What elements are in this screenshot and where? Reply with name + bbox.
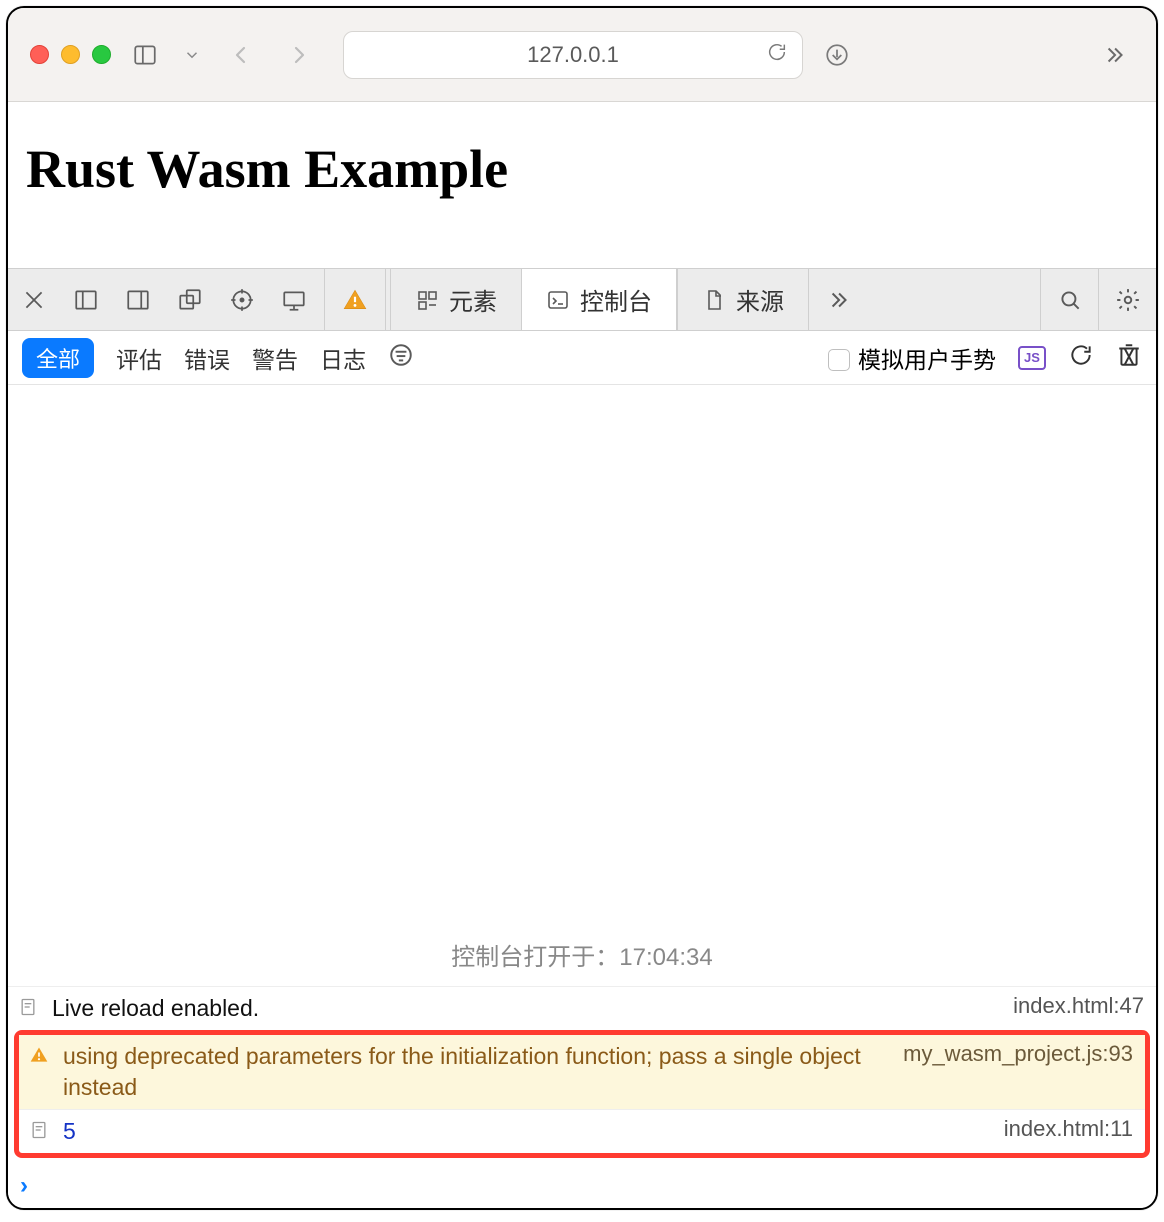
prompt-caret-icon: ›	[20, 1172, 28, 1200]
console-reload-button[interactable]	[1068, 342, 1094, 374]
console-source-link[interactable]: my_wasm_project.js:93	[903, 1041, 1133, 1067]
console-message: using deprecated parameters for the init…	[63, 1041, 893, 1103]
devtools-tabs-overflow[interactable]	[808, 269, 866, 330]
filter-errors[interactable]: 错误	[184, 341, 230, 375]
devtools-close-button[interactable]	[8, 287, 60, 313]
tab-sources-label: 来源	[736, 282, 784, 317]
address-bar[interactable]: 127.0.0.1	[343, 31, 803, 79]
dock-right-button[interactable]	[112, 287, 164, 313]
browser-window: 127.0.0.1 Rust Wasm Example	[6, 6, 1158, 1210]
filter-eval[interactable]: 评估	[116, 341, 162, 375]
console-message: 5	[63, 1116, 994, 1147]
forward-button[interactable]	[277, 43, 321, 67]
downloads-button[interactable]	[817, 35, 857, 75]
console-opened-label: 控制台打开于：17:04:34	[8, 929, 1156, 986]
devtools-panel: 元素 控制台 来源 全部 评估 错误	[8, 268, 1156, 1208]
tab-console-label: 控制台	[580, 282, 652, 317]
tab-sources[interactable]: 来源	[677, 269, 808, 330]
close-window-button[interactable]	[30, 45, 49, 64]
filter-menu-button[interactable]	[388, 342, 414, 374]
issues-warning-icon[interactable]	[329, 269, 381, 330]
gesture-checkbox-label: 模拟用户手势	[858, 347, 996, 373]
devtools-tabbar: 元素 控制台 来源	[8, 269, 1156, 331]
window-controls	[30, 45, 111, 64]
warning-icon	[29, 1044, 53, 1071]
js-context-button[interactable]: JS	[1018, 346, 1046, 370]
dock-left-button[interactable]	[60, 287, 112, 313]
highlighted-rows: using deprecated parameters for the init…	[14, 1030, 1150, 1158]
console-source-link[interactable]: index.html:47	[1013, 993, 1144, 1019]
filter-warnings[interactable]: 警告	[252, 341, 298, 375]
tab-elements-label: 元素	[449, 282, 497, 317]
console-row[interactable]: 5 index.html:11	[19, 1109, 1145, 1153]
tab-group-dropdown[interactable]	[179, 46, 205, 64]
tab-elements[interactable]: 元素	[390, 269, 521, 330]
page-content: Rust Wasm Example	[8, 102, 1156, 212]
address-text: 127.0.0.1	[527, 42, 619, 68]
console-row[interactable]: using deprecated parameters for the init…	[19, 1035, 1145, 1109]
console-prompt[interactable]: ›	[8, 1164, 1156, 1208]
console-clear-button[interactable]	[1116, 342, 1142, 374]
toolbar-overflow-button[interactable]	[1094, 35, 1134, 75]
console-filter-bar: 全部 评估 错误 警告 日志 模拟用户手势 JS	[8, 331, 1156, 385]
devtools-settings-button[interactable]	[1098, 269, 1156, 330]
element-picker-button[interactable]	[216, 287, 268, 313]
tab-console[interactable]: 控制台	[521, 269, 677, 330]
page-icon	[29, 1119, 53, 1146]
filter-all[interactable]: 全部	[22, 338, 94, 378]
gesture-checkbox[interactable]: 模拟用户手势	[828, 341, 996, 375]
minimize-window-button[interactable]	[61, 45, 80, 64]
console-row[interactable]: Live reload enabled. index.html:47	[8, 986, 1156, 1030]
undock-button[interactable]	[164, 287, 216, 313]
console-scroll[interactable]: 控制台打开于：17:04:34 Live reload enabled. ind…	[8, 385, 1156, 1208]
fullscreen-window-button[interactable]	[92, 45, 111, 64]
responsive-mode-button[interactable]	[268, 287, 320, 313]
back-button[interactable]	[219, 43, 263, 67]
reload-button[interactable]	[766, 41, 788, 69]
sidebar-toggle-button[interactable]	[125, 35, 165, 75]
page-icon	[18, 996, 42, 1023]
filter-logs[interactable]: 日志	[320, 341, 366, 375]
browser-toolbar: 127.0.0.1	[8, 8, 1156, 102]
devtools-search-button[interactable]	[1040, 269, 1098, 330]
console-source-link[interactable]: index.html:11	[1004, 1116, 1133, 1142]
console-body: 控制台打开于：17:04:34 Live reload enabled. ind…	[8, 385, 1156, 1208]
page-title: Rust Wasm Example	[26, 138, 1138, 200]
console-message: Live reload enabled.	[52, 993, 1003, 1024]
